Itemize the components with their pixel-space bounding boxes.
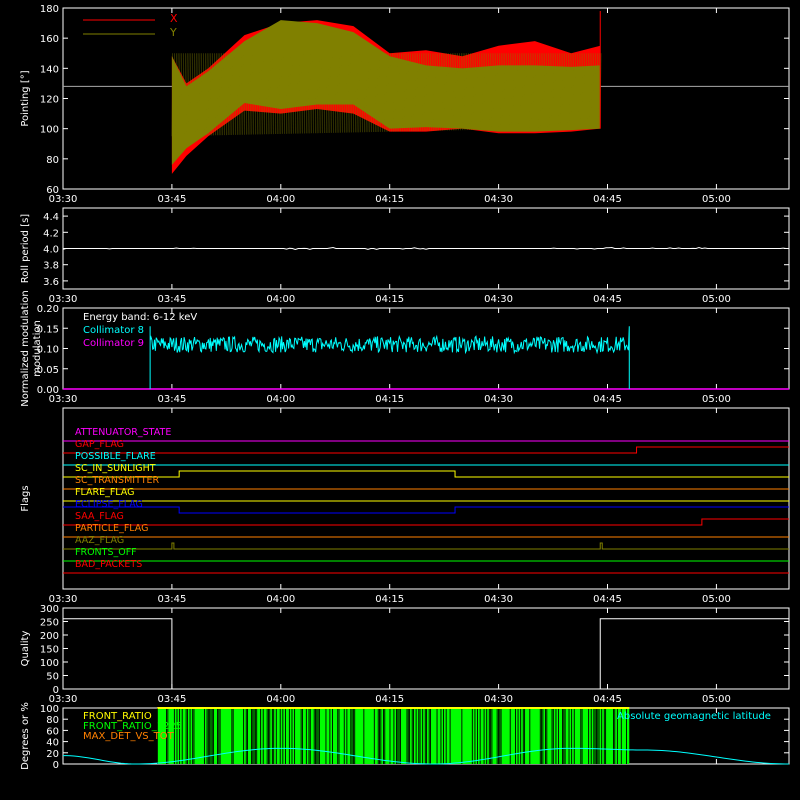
x-tick-label: 04:30 (484, 694, 513, 705)
y-tick-label: 100 (40, 658, 59, 669)
flag-line (63, 542, 789, 550)
y-tick-label: 4.0 (43, 245, 59, 256)
energy-band-annotation: Energy band: 6-12 keV (83, 312, 197, 323)
y-tick-label: 150 (40, 645, 59, 656)
y-tick-label: 60 (46, 726, 59, 737)
legend-label-y: Y (169, 26, 177, 39)
x-tick-label: 04:00 (266, 694, 295, 705)
x-tick-label: 04:30 (484, 594, 513, 605)
y-tick-label: 200 (40, 631, 59, 642)
flag-line (63, 446, 789, 454)
x-tick-label: 05:00 (702, 394, 731, 405)
legend-label-x: X (170, 12, 178, 25)
y-tick-label: 4.4 (43, 212, 59, 223)
y-tick-label: 180 (40, 4, 59, 15)
x-tick-label: 03:45 (157, 694, 186, 705)
x-tick-label: 04:15 (375, 694, 404, 705)
y-tick-label: 250 (40, 618, 59, 629)
y-tick-label: 140 (40, 64, 59, 75)
flag-label: SC_IN_SUNLIGHT (75, 463, 156, 474)
y-tick-label: 20 (46, 749, 59, 760)
x-tick-label: 05:00 (702, 194, 731, 205)
y-tick-label: 300 (40, 604, 59, 615)
y-tick-label: 50 (46, 672, 59, 683)
x-tick-label: 04:45 (593, 294, 622, 305)
roll-period-line (62, 246, 789, 251)
legend-label-max-det: MAX_DET_VS_TOT (83, 731, 175, 742)
x-tick-label: 04:15 (375, 394, 404, 405)
x-tick-label: 03:45 (157, 594, 186, 605)
y-axis-label: Roll period [s] (20, 214, 31, 283)
x-tick-label: 04:45 (593, 394, 622, 405)
x-tick-label: 04:30 (484, 394, 513, 405)
x-tick-label: 04:15 (375, 594, 404, 605)
latitude-annotation: Absolute geomagnetic latitude (617, 711, 771, 722)
x-tick-label: 03:45 (157, 394, 186, 405)
x-tick-label: 03:45 (157, 294, 186, 305)
x-tick-label: 04:00 (266, 194, 295, 205)
y-axis-label: Degrees or % (20, 702, 31, 770)
x-tick-label: 05:00 (702, 294, 731, 305)
x-tick-label: 04:30 (484, 194, 513, 205)
panel-frame-3 (62, 407, 790, 590)
x-tick-label: 03:45 (157, 194, 186, 205)
y-tick-label: 100 (40, 125, 59, 136)
y-axis-label: Normalized modulation (20, 290, 31, 407)
y-tick-label: 0.00 (37, 385, 59, 396)
legend-label-collimator-8: Collimator 8 (83, 325, 144, 336)
x-tick-label: 04:45 (593, 594, 622, 605)
y-tick-label: 120 (40, 95, 59, 106)
chart-panels: 03:30 03:45 04:00 04:15 04:30 04:45 05:0003:30… (20, 4, 790, 771)
y-tick-label: 40 (46, 738, 59, 749)
x-tick-label: 04:15 (375, 294, 404, 305)
legend-label-collimator-9: Collimator 9 (83, 338, 144, 349)
x-tick-label: 04:00 (266, 294, 295, 305)
y-tick-label: 80 (46, 155, 59, 166)
x-tick-label: 05:00 (702, 694, 731, 705)
y-axis-label: Quality (20, 631, 31, 667)
y-tick-label: 4.2 (43, 228, 59, 239)
flag-label: AAZ_FLAG (75, 535, 124, 546)
flag-label: FRONTS_OFF (75, 547, 137, 558)
flag-line (63, 470, 789, 478)
y-tick-label: 3.6 (43, 277, 59, 288)
y-tick-label: 60 (46, 185, 59, 196)
quality-line (63, 618, 789, 690)
y-tick-label: 80 (46, 715, 59, 726)
x-tick-label: 04:45 (593, 694, 622, 705)
flag-label: BAD_PACKETS (75, 559, 142, 570)
y-axis-label-line2: modulation (32, 320, 43, 377)
flag-line (63, 506, 789, 514)
y-tick-label: 160 (40, 34, 59, 45)
flag-label: FLARE_FLAG (75, 487, 135, 498)
flag-label: ATTENUATOR_STATE (75, 427, 171, 438)
y-tick-label: 0 (53, 760, 59, 771)
x-tick-label: 04:00 (266, 594, 295, 605)
x-tick-label: 04:00 (266, 394, 295, 405)
y-tick-label: 3.8 (43, 261, 59, 272)
x-tick-label: 05:00 (702, 594, 731, 605)
flag-label: POSSIBLE_FLARE (75, 451, 156, 462)
y-tick-label: 0 (53, 685, 59, 696)
y-axis-label: Pointing [°] (20, 70, 31, 126)
x-tick-label: 04:30 (484, 294, 513, 305)
flag-label: ECLIPSE_FLAG (75, 499, 143, 510)
y-tick-label: 0.20 (37, 304, 59, 315)
y-axis-label: Flags (20, 485, 31, 511)
y-tick-label: 100 (40, 704, 59, 715)
flag-label: SAA_FLAG (75, 511, 124, 522)
collimator-8-line (149, 326, 630, 389)
flag-label: GAP_FLAG (75, 439, 124, 450)
x-tick-label: 04:45 (593, 194, 622, 205)
chart-figure: 03:30 03:45 04:00 04:15 04:30 04:45 05:0003:30… (20, 4, 790, 771)
x-tick-label: 04:15 (375, 194, 404, 205)
flag-line (63, 518, 789, 526)
flag-label: SC_TRANSMITTER (75, 475, 160, 486)
flag-label: PARTICLE_FLAG (75, 523, 148, 534)
